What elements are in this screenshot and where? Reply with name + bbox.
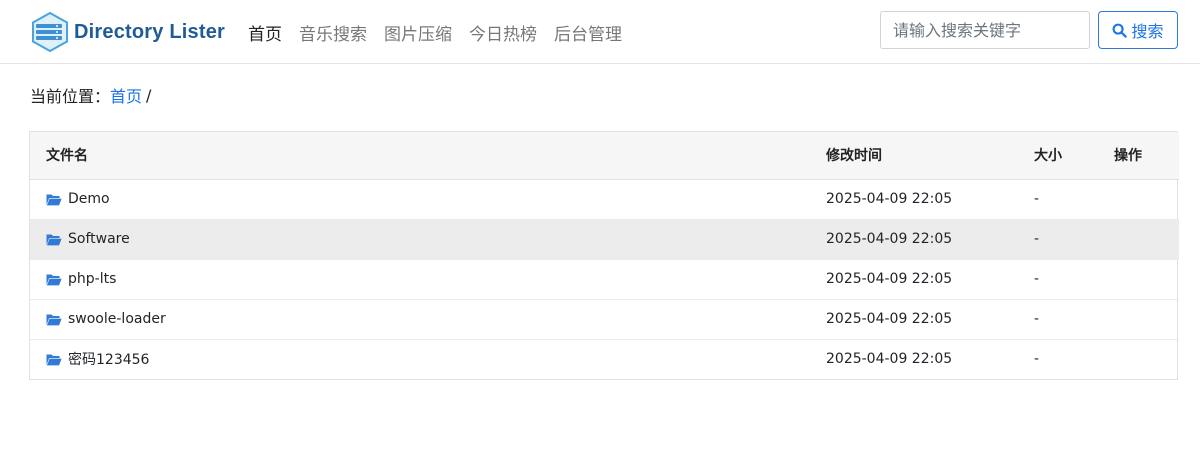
file-modified: 2025-04-09 22:05 (810, 218, 1018, 259)
search-input[interactable] (880, 11, 1090, 49)
file-name: Demo (68, 191, 110, 207)
file-actions (1098, 258, 1179, 299)
file-link[interactable]: swoole-loader (46, 311, 810, 327)
folder-open-icon (46, 234, 62, 245)
file-modified: 2025-04-09 22:05 (810, 298, 1018, 339)
file-modified: 2025-04-09 22:05 (826, 191, 953, 207)
table-row[interactable]: Demo 2025-04-09 22:05 - (30, 179, 1179, 219)
nav-item-hot-list[interactable]: 今日热榜 (469, 20, 537, 45)
table-row[interactable]: 密码123456 2025-04-09 22:05 - (30, 338, 1179, 379)
nav-item-music-search[interactable]: 音乐搜索 (299, 20, 367, 45)
table-row[interactable]: swoole-loader 2025-04-09 22:05 - (30, 298, 1179, 339)
file-link[interactable]: Demo (46, 191, 810, 207)
folder-open-icon (46, 314, 62, 325)
breadcrumb-separator: / (146, 85, 152, 105)
brand[interactable]: Directory Lister (30, 12, 225, 52)
nav-item-home[interactable]: 首页 (248, 20, 282, 45)
column-header-modified: 修改时间 (810, 132, 1018, 180)
file-name: php-lts (68, 271, 117, 287)
directory-lister-logo-icon (32, 12, 68, 52)
search-icon (1113, 23, 1128, 38)
breadcrumb-prefix: 当前位置： (30, 87, 111, 106)
file-link[interactable]: php-lts (46, 271, 810, 287)
file-actions (1098, 179, 1179, 219)
column-header-actions: 操作 (1098, 132, 1179, 180)
file-actions (1098, 338, 1179, 379)
file-name: 密码123456 (68, 352, 150, 369)
file-size: - (1018, 298, 1098, 339)
top-navbar: Directory Lister 首页 音乐搜索 图片压缩 今日热榜 后台管理 … (0, 0, 1200, 64)
search-button[interactable]: 搜索 (1098, 11, 1178, 49)
search-button-label: 搜索 (1131, 22, 1164, 41)
file-size: - (1018, 338, 1098, 379)
table-header-row: 文件名 修改时间 大小 操作 (30, 132, 1179, 180)
brand-name: Directory Lister (74, 20, 226, 43)
breadcrumb-home-link[interactable]: 首页 (110, 83, 142, 107)
file-modified: 2025-04-09 22:05 (810, 258, 1018, 299)
file-size: - (1018, 218, 1098, 259)
file-modified: 2025-04-09 22:05 (810, 338, 1018, 379)
column-header-filename: 文件名 (30, 132, 810, 180)
file-name: Software (68, 231, 130, 247)
breadcrumb: 当前位置： 首页 / (30, 83, 152, 107)
folder-open-icon (46, 194, 62, 205)
column-header-size: 大小 (1018, 132, 1098, 180)
file-link[interactable]: 密码123456 (46, 349, 810, 369)
file-actions (1098, 298, 1179, 339)
file-table: 文件名 修改时间 大小 操作 Demo 2025-04-09 22:05 - S… (29, 131, 1179, 380)
file-size: - (1018, 258, 1098, 299)
nav-item-image-compress[interactable]: 图片压缩 (384, 20, 452, 45)
main-nav: 首页 音乐搜索 图片压缩 今日热榜 后台管理 (248, 0, 639, 64)
file-name: swoole-loader (68, 311, 166, 327)
folder-open-icon (46, 274, 62, 285)
file-size: - (1034, 191, 1040, 207)
nav-item-admin[interactable]: 后台管理 (554, 20, 622, 45)
table-row[interactable]: php-lts 2025-04-09 22:05 - (30, 258, 1179, 299)
table-row[interactable]: Software 2025-04-09 22:05 - (30, 218, 1179, 259)
folder-open-icon (46, 354, 62, 366)
file-actions (1098, 218, 1179, 259)
file-link[interactable]: Software (46, 231, 810, 247)
